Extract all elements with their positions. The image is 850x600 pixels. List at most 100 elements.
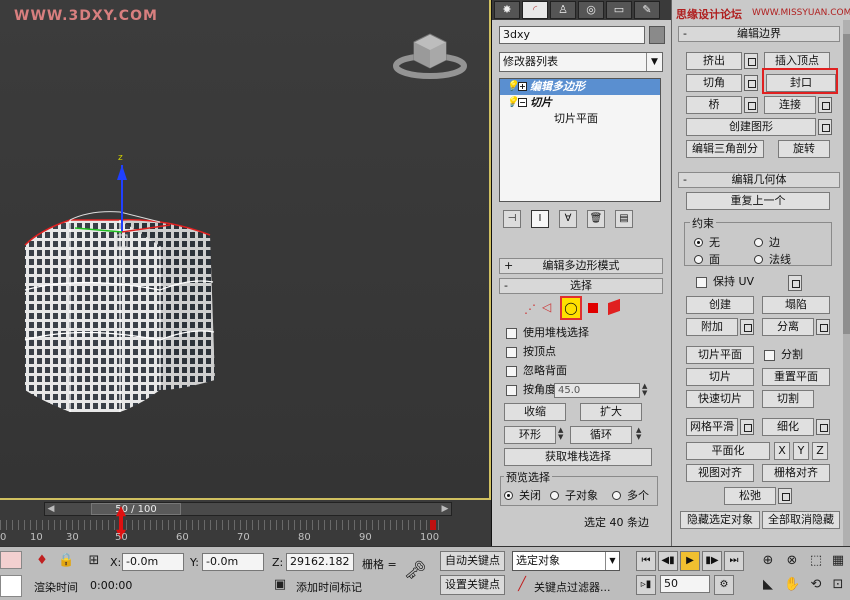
stack-item-edit-poly[interactable]: 💡 + 编辑多边形 xyxy=(500,79,660,95)
get-stack-selection-button[interactable]: 获取堆栈选择 xyxy=(504,448,652,466)
element-icon[interactable] xyxy=(608,298,620,316)
collapse-button[interactable]: 塌陷 xyxy=(762,296,830,314)
hierarchy-icon[interactable]: ♙ xyxy=(550,1,576,19)
tessellate-settings-icon[interactable] xyxy=(816,419,830,435)
motion-icon[interactable]: ◎ xyxy=(578,1,604,19)
radio[interactable] xyxy=(550,490,559,500)
radio[interactable] xyxy=(694,237,703,247)
radio[interactable] xyxy=(612,490,621,500)
object-name-field[interactable]: 3dxy xyxy=(499,26,645,44)
vertex-icon[interactable]: ⋰ xyxy=(524,302,536,316)
unhide-all-button[interactable]: 全部取消隐藏 xyxy=(762,511,840,529)
extrude-settings-icon[interactable] xyxy=(744,53,758,69)
field-of-view-icon[interactable]: ◣ xyxy=(760,577,776,593)
pan-icon[interactable]: ✋ xyxy=(784,577,800,593)
make-unique-icon[interactable]: ∀ xyxy=(559,210,577,228)
viewcube-icon[interactable] xyxy=(392,26,468,82)
chamfer-settings-icon[interactable] xyxy=(744,75,758,91)
pin-stack-icon[interactable]: ⊣ xyxy=(503,210,521,228)
connect-button[interactable]: 连接 xyxy=(764,96,816,114)
configure-sets-icon[interactable]: ▤ xyxy=(615,210,633,228)
by-angle-row[interactable]: 按角度: xyxy=(506,382,560,398)
make-planar-button[interactable]: 平面化 xyxy=(686,442,770,460)
preview-subobject-radio[interactable]: 子对象 xyxy=(550,487,598,503)
bridge-button[interactable]: 桥 xyxy=(686,96,742,114)
constraint-none-radio[interactable]: 无 xyxy=(694,234,720,250)
key-target-select[interactable]: 选定对象 ▼ xyxy=(512,551,620,571)
utilities-icon[interactable]: ✎ xyxy=(634,1,660,19)
orbit-icon[interactable]: ⟲ xyxy=(808,577,824,593)
detach-settings-icon[interactable] xyxy=(816,319,830,335)
go-to-start-icon[interactable]: ⏮ xyxy=(636,551,656,571)
zoom-extents-icon[interactable]: ⬚ xyxy=(808,553,824,569)
lightbulb-icon[interactable]: 💡 xyxy=(506,81,518,93)
lock-icon[interactable]: 🔒 xyxy=(58,553,74,569)
relax-settings-icon[interactable] xyxy=(778,488,792,504)
selection-lock-icon[interactable]: ♦ xyxy=(34,553,50,569)
rollout-edit-geometry[interactable]: - 编辑几何体 xyxy=(678,172,840,188)
planar-x-button[interactable]: X xyxy=(774,442,790,460)
maximize-viewport-icon[interactable]: ⊡ xyxy=(830,577,846,593)
detach-button[interactable]: 分离 xyxy=(762,318,814,336)
scrollbar-thumb[interactable] xyxy=(843,34,850,334)
next-frame-icon[interactable]: ▮▶ xyxy=(702,551,722,571)
constraint-edge-radio[interactable]: 边 xyxy=(754,234,780,250)
edit-triangulation-button[interactable]: 编辑三角剖分 xyxy=(686,140,764,158)
time-tag-icon[interactable]: ▣ xyxy=(272,577,288,593)
create-icon[interactable]: ✸ xyxy=(494,1,520,19)
key-icon[interactable]: 🗝 xyxy=(404,562,427,580)
loop-spinner-icon[interactable]: ▲ ▼ xyxy=(636,427,644,442)
rollout-selection[interactable]: - 选择 xyxy=(499,278,663,294)
rollout-edit-poly-mode[interactable]: + 编辑多边形模式 xyxy=(499,258,663,274)
modify-icon[interactable]: ◜ xyxy=(522,1,548,19)
slice-plane-button[interactable]: 切片平面 xyxy=(686,346,754,364)
arrow-right-icon[interactable]: ▶ xyxy=(439,503,451,515)
perspective-viewport[interactable]: WWW.3DXY.COM z xyxy=(0,0,491,500)
extrude-button[interactable]: 挤出 xyxy=(686,52,742,70)
view-align-button[interactable]: 视图对齐 xyxy=(686,464,754,482)
radio[interactable] xyxy=(694,254,703,264)
hide-selected-button[interactable]: 隐藏选定对象 xyxy=(680,511,760,529)
ring-button[interactable]: 环形 xyxy=(504,426,556,444)
auto-key-button[interactable]: 自动关键点 xyxy=(440,551,505,571)
modifier-stack[interactable]: 💡 + 编辑多边形 💡 − 切片 切片平面 xyxy=(499,78,661,202)
time-slider[interactable]: ◀ 50 / 100 ▶ xyxy=(44,502,452,516)
checkbox[interactable] xyxy=(764,349,775,361)
show-end-result-icon[interactable]: I xyxy=(531,210,549,228)
angle-spinner[interactable]: 45.0 xyxy=(554,383,640,398)
by-vertex-row[interactable]: 按顶点 xyxy=(506,344,556,360)
play-icon[interactable]: ▶ xyxy=(680,551,700,571)
object-color-swatch[interactable] xyxy=(649,26,665,44)
arrow-left-icon[interactable]: ◀ xyxy=(45,503,57,515)
turn-button[interactable]: 旋转 xyxy=(778,140,830,158)
slice-button[interactable]: 切片 xyxy=(686,368,754,386)
tessellate-button[interactable]: 细化 xyxy=(762,418,814,436)
shrink-button[interactable]: 收缩 xyxy=(504,403,566,421)
panel-scrollbar[interactable] xyxy=(843,20,850,546)
loop-button[interactable]: 循环 xyxy=(570,426,632,444)
x-coordinate-field[interactable]: -0.0m xyxy=(122,553,184,571)
zoom-extents-all-icon[interactable]: ▦ xyxy=(830,553,846,569)
add-time-tag-label[interactable]: 添加时间标记 xyxy=(296,579,362,595)
constraint-normal-radio[interactable]: 法线 xyxy=(754,251,791,267)
modifier-list-dropdown[interactable]: 修改器列表 ▼ xyxy=(499,52,663,72)
time-slider-thumb[interactable]: 50 / 100 xyxy=(91,503,181,515)
repeat-last-button[interactable]: 重复上一个 xyxy=(686,192,830,210)
zoom-all-icon[interactable]: ⊗ xyxy=(784,553,800,569)
maxscript-input-box[interactable] xyxy=(0,575,22,597)
previous-frame-icon[interactable]: ◀▮ xyxy=(658,551,678,571)
checkbox[interactable] xyxy=(506,365,517,377)
stack-item-slice-plane[interactable]: 切片平面 xyxy=(500,111,660,127)
radio[interactable] xyxy=(754,237,763,247)
checkbox[interactable] xyxy=(506,384,517,396)
constraint-face-radio[interactable]: 面 xyxy=(694,251,720,267)
checkbox[interactable] xyxy=(506,327,517,339)
ring-spinner-icon[interactable]: ▲ ▼ xyxy=(558,427,566,442)
checkbox[interactable] xyxy=(506,346,517,358)
grid-align-button[interactable]: 栅格对齐 xyxy=(762,464,830,482)
preserve-uv-settings-icon[interactable] xyxy=(788,275,802,291)
spinner-arrows-icon[interactable]: ▲ ▼ xyxy=(642,383,650,398)
meshsmooth-settings-icon[interactable] xyxy=(740,419,754,435)
remove-modifier-icon[interactable]: 🗑 xyxy=(587,210,605,228)
planar-z-button[interactable]: Z xyxy=(812,442,828,460)
